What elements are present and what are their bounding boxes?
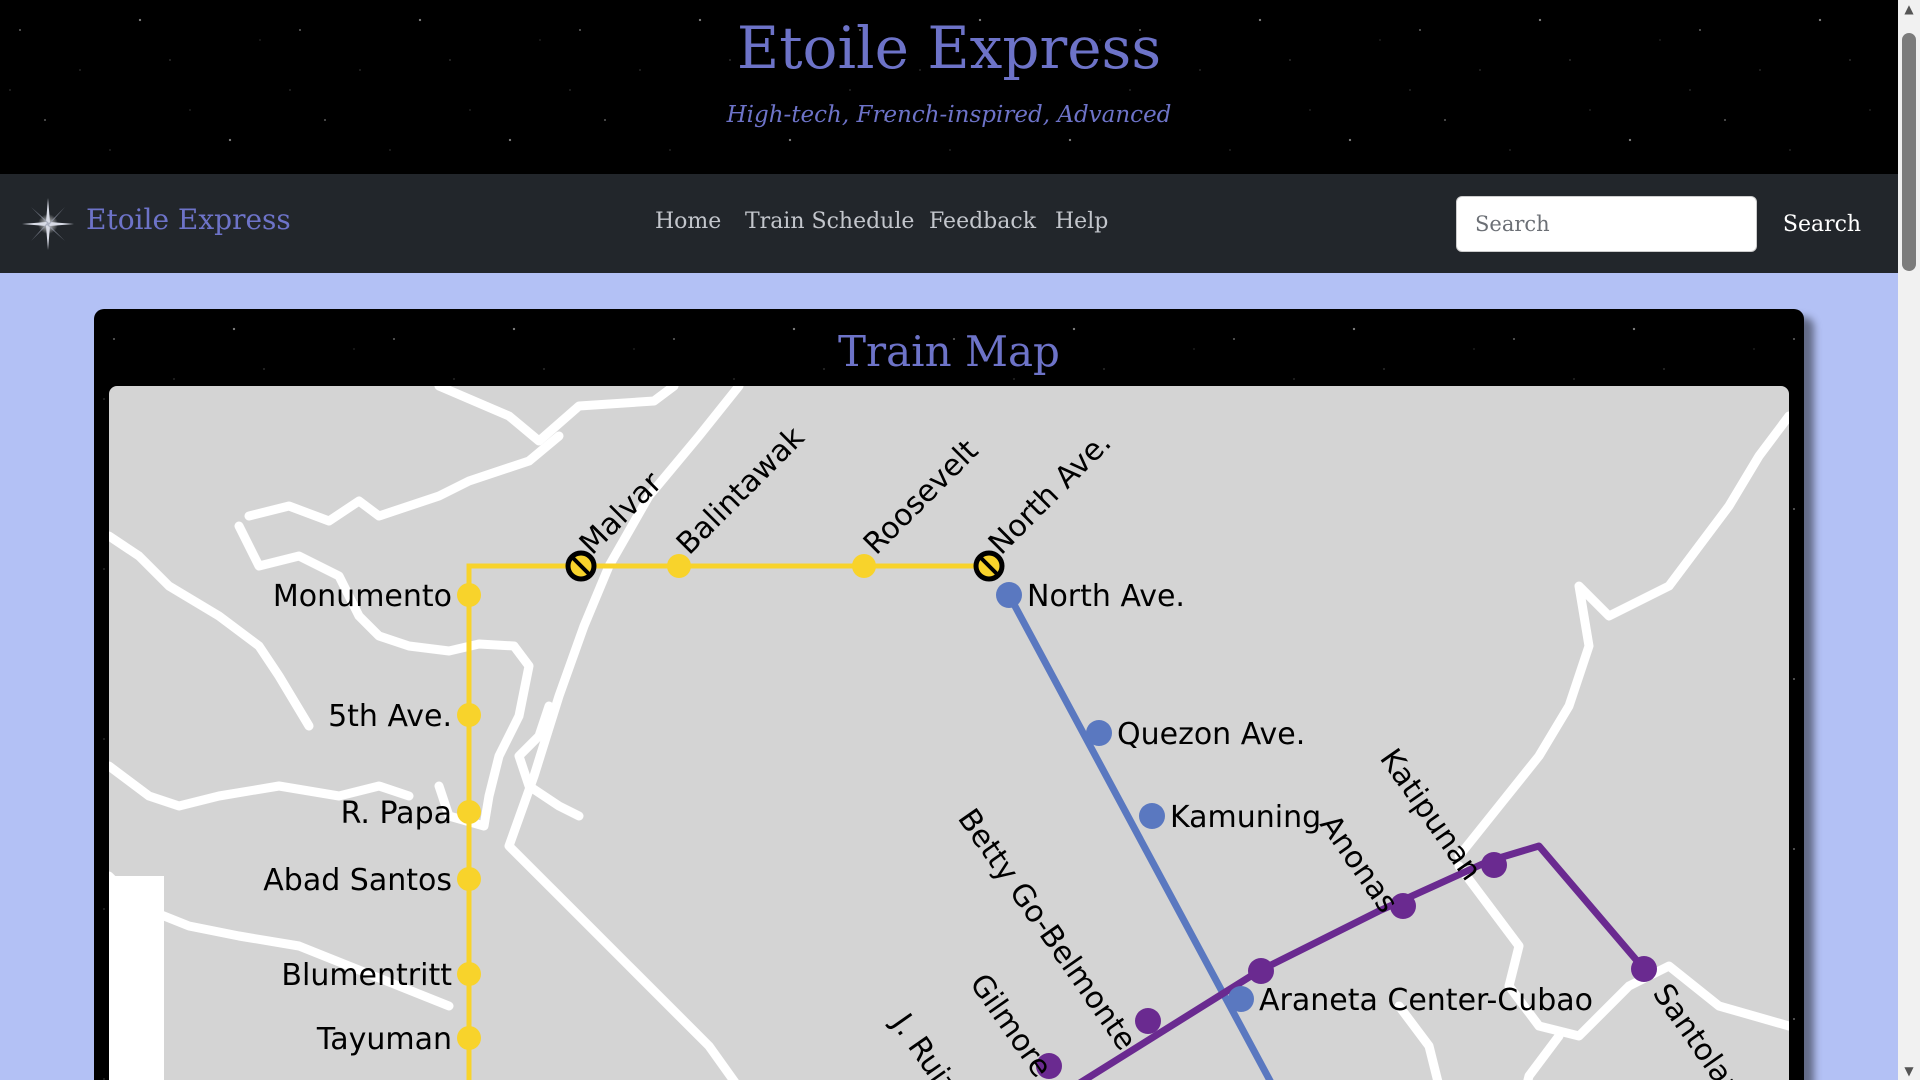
nav-home[interactable]: Home <box>655 209 721 234</box>
nav-feedback[interactable]: Feedback <box>929 209 1036 234</box>
label-araneta: Araneta Center-Cubao <box>1259 983 1593 1018</box>
label-blumentritt: Blumentritt <box>281 958 452 993</box>
station-north-ave-blue <box>996 582 1022 608</box>
station-r-papa <box>457 800 481 824</box>
station-araneta-purple <box>1248 958 1274 984</box>
label-katipunan: Katipunan <box>1372 743 1488 888</box>
closed-station-icon <box>973 550 1005 582</box>
station-tayuman <box>457 1026 481 1050</box>
label-anonas: Anonas <box>1312 809 1404 920</box>
site-tagline: High-tech, French-inspired, Advanced <box>726 102 1172 128</box>
yellow-line <box>466 563 989 1080</box>
nav-train-schedule[interactable]: Train Schedule <box>745 209 914 234</box>
map-title: Train Map <box>838 327 1060 376</box>
station-blumentritt <box>457 962 481 986</box>
label-north-ave-yellow: North Ave. <box>982 425 1118 561</box>
brand-name[interactable]: Etoile Express <box>86 203 291 236</box>
label-kamuning: Kamuning <box>1170 800 1321 835</box>
scroll-down-arrow-icon[interactable]: ▼ <box>1902 1064 1916 1078</box>
label-monumento: Monumento <box>273 579 452 614</box>
map-frame: Monumento 5th Ave. R. Papa Abad Santos B… <box>109 386 1789 1080</box>
label-r-papa: R. Papa <box>341 796 452 831</box>
station-quezon-ave <box>1086 720 1112 746</box>
station-monumento <box>457 583 481 607</box>
station-roosevelt <box>852 554 876 578</box>
station-5th-ave <box>457 703 481 727</box>
station-santolan <box>1631 956 1657 982</box>
star-icon[interactable] <box>22 198 74 250</box>
label-betty-go: Betty Go-Belmonte <box>950 803 1143 1057</box>
label-5th-ave: 5th Ave. <box>328 699 452 734</box>
label-quezon-ave: Quezon Ave. <box>1117 717 1305 752</box>
site-title: Etoile Express <box>736 14 1162 82</box>
nav-help[interactable]: Help <box>1055 209 1108 234</box>
map-white-block <box>109 876 164 1080</box>
label-roosevelt: Roosevelt <box>857 433 986 562</box>
search-button[interactable]: Search <box>1772 196 1872 252</box>
label-abad-santos: Abad Santos <box>263 863 452 898</box>
station-balintawak <box>667 554 691 578</box>
label-north-ave-blue: North Ave. <box>1027 579 1185 614</box>
closed-station-icon <box>565 550 597 582</box>
scroll-up-arrow-icon[interactable]: ▲ <box>1902 2 1916 16</box>
station-kamuning <box>1139 803 1165 829</box>
scrollbar[interactable]: ▲ ▼ <box>1898 0 1920 1080</box>
search-input[interactable] <box>1456 196 1757 252</box>
train-map-card: Train Map Monumento 5th Ave. R. Papa Aba… <box>94 309 1804 1080</box>
scroll-thumb[interactable] <box>1902 33 1916 271</box>
station-abad-santos <box>457 867 481 891</box>
label-gilmore: Gilmore <box>962 968 1058 1080</box>
label-tayuman: Tayuman <box>316 1022 452 1057</box>
label-j-ruiz: J. Ruiz <box>883 1006 965 1080</box>
train-map[interactable]: Monumento 5th Ave. R. Papa Abad Santos B… <box>109 386 1789 1080</box>
header-banner: Etoile Express High-tech, French-inspire… <box>0 0 1898 174</box>
station-araneta-blue <box>1228 986 1254 1012</box>
